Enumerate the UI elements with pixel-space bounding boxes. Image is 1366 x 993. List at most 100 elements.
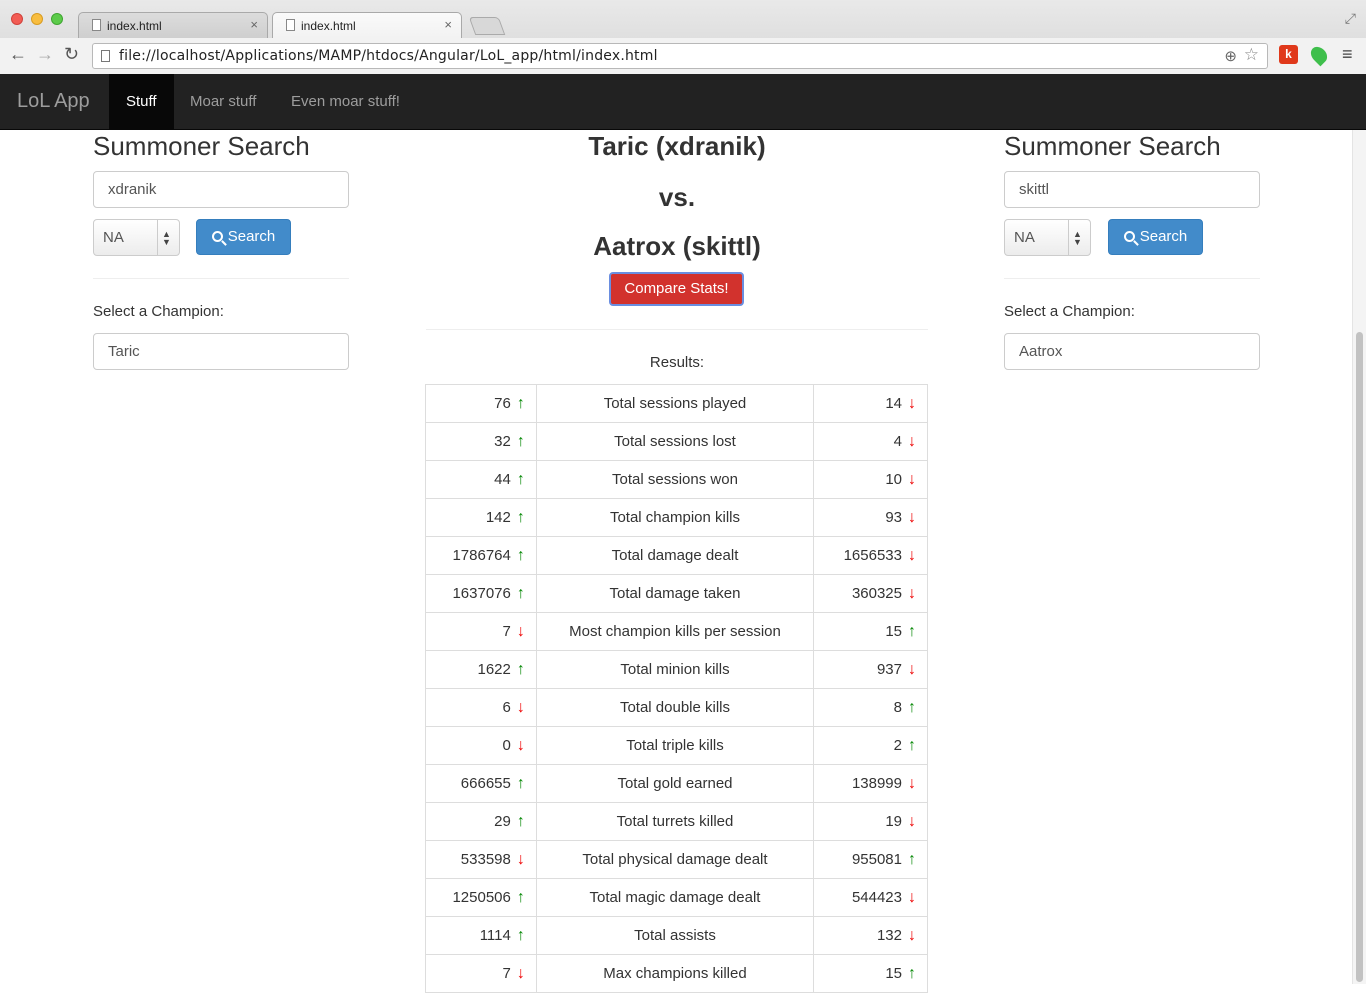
left-value: 1637076: [452, 584, 511, 602]
left-value-cell: 142 ↑: [425, 498, 537, 537]
right-region-select[interactable]: NA ▲ ▼: [1004, 219, 1091, 256]
left-search-label: Search: [227, 228, 276, 245]
right-value: 360325: [851, 584, 902, 602]
select-arrows-icon: ▲ ▼: [157, 220, 175, 255]
reload-icon[interactable]: ↻: [64, 44, 79, 65]
arrow-down-icon: ↓: [908, 508, 916, 526]
right-value-cell: 138999 ↓: [813, 764, 928, 803]
right-value-cell: 10 ↓: [813, 460, 928, 499]
right-value: 4: [893, 432, 902, 450]
left-value-cell: 44 ↑: [425, 460, 537, 499]
bookmark-star-icon[interactable]: ☆: [1244, 45, 1259, 65]
new-tab-button[interactable]: [468, 17, 506, 35]
nav-item-even-moar-stuff[interactable]: Even moar stuff!: [274, 74, 417, 129]
arrow-down-icon: ↓: [516, 622, 525, 640]
arrow-up-icon: ↑: [908, 736, 916, 754]
results-table: 76 ↑ Total sessions played 14 ↓ 32 ↑ Total sess…: [425, 384, 928, 993]
left-value-cell: 1114 ↑: [425, 916, 537, 955]
table-row: 1250506 ↑ Total magic damage dealt 544423 ↓: [425, 878, 928, 917]
left-value: 1250506: [452, 888, 511, 906]
left-value-cell: 0 ↓: [425, 726, 537, 765]
right-value-cell: 4 ↓: [813, 422, 928, 461]
browser-tab-1[interactable]: index.html ×: [78, 12, 268, 38]
table-row: 1637076 ↑ Total damage taken 360325 ↓: [425, 574, 928, 613]
left-value: 142: [485, 508, 511, 526]
left-value-cell: 1637076 ↑: [425, 574, 537, 613]
left-value-cell: 1786764 ↑: [425, 536, 537, 575]
stat-name: Total physical damage dealt: [535, 840, 815, 879]
right-summoner-input[interactable]: skittl: [1004, 171, 1260, 208]
right-champion-input[interactable]: Aatrox: [1004, 333, 1260, 370]
left-value-cell: 7 ↓: [425, 954, 537, 993]
right-value: 14: [885, 394, 902, 412]
forward-arrow-icon[interactable]: →: [36, 44, 54, 65]
table-row: 6 ↓ Total double kills 8 ↑: [425, 688, 928, 727]
left-summoner-input[interactable]: xdranik: [93, 171, 349, 208]
browser-tab-2[interactable]: index.html ×: [272, 12, 462, 38]
zoom-icon[interactable]: ⊕: [1224, 47, 1237, 65]
right-divider: [1004, 278, 1260, 279]
right-value-cell: 955081 ↑: [813, 840, 928, 879]
arrow-up-icon: ↑: [516, 812, 525, 830]
fullscreen-icon[interactable]: ⤢: [1345, 10, 1356, 27]
minimize-window-button[interactable]: [31, 13, 43, 25]
right-value: 138999: [851, 774, 902, 792]
left-value: 1786764: [452, 546, 511, 564]
right-value-cell: 8 ↑: [813, 688, 928, 727]
address-bar[interactable]: file://localhost/Applications/MAMP/htdoc…: [92, 43, 1268, 69]
arrow-down-icon: ↓: [908, 888, 916, 906]
page-scrollbar-thumb[interactable]: [1356, 332, 1363, 982]
right-champion-label: Select a Champion:: [1004, 303, 1135, 320]
arrow-down-icon: ↓: [908, 584, 916, 602]
right-region-value: NA: [1014, 229, 1035, 246]
nav-item-moar-stuff[interactable]: Moar stuff: [173, 74, 273, 129]
left-value: 666655: [460, 774, 511, 792]
compare-stats-button[interactable]: Compare Stats!: [609, 272, 744, 306]
table-row: 7 ↓ Most champion kills per session 15 ↑: [425, 612, 928, 651]
right-value: 15: [885, 622, 902, 640]
left-value: 29: [494, 812, 511, 830]
back-arrow-icon[interactable]: ←: [9, 44, 27, 65]
right-value-cell: 15 ↑: [813, 612, 928, 651]
left-value: 7: [502, 964, 511, 982]
stat-name: Total sessions won: [535, 460, 815, 499]
arrow-down-icon: ↓: [908, 812, 916, 830]
url-text: file://localhost/Applications/MAMP/htdoc…: [119, 48, 658, 64]
brand-logo[interactable]: LoL App: [17, 90, 90, 113]
arrow-down-icon: ↓: [908, 546, 916, 564]
arrow-up-icon: ↑: [516, 546, 525, 564]
arrow-down-icon: ↓: [908, 394, 916, 412]
right-value-cell: 19 ↓: [813, 802, 928, 841]
right-summoner-search-title: Summoner Search: [1004, 131, 1221, 161]
stat-name: Total damage dealt: [535, 536, 815, 575]
extension-leaf-icon[interactable]: [1307, 43, 1331, 67]
tab-close-icon[interactable]: ×: [444, 17, 452, 32]
stat-name: Total sessions played: [535, 384, 815, 423]
right-value: 2: [893, 736, 902, 754]
stat-name: Total triple kills: [535, 726, 815, 765]
table-row: 142 ↑ Total champion kills 93 ↓: [425, 498, 928, 537]
arrow-down-icon: ↓: [516, 850, 525, 868]
table-row: 1114 ↑ Total assists 132 ↓: [425, 916, 928, 955]
stat-name: Total double kills: [535, 688, 815, 727]
hamburger-menu-icon[interactable]: ≡: [1342, 44, 1353, 65]
right-value-cell: 937 ↓: [813, 650, 928, 689]
player1-title: Taric (xdranik): [588, 131, 766, 161]
stat-name: Total damage taken: [535, 574, 815, 613]
browser-toolbar: ← → ↻ file://localhost/Applications/MAMP…: [0, 38, 1366, 74]
zoom-window-button[interactable]: [51, 13, 63, 25]
nav-item-stuff[interactable]: Stuff: [109, 74, 174, 129]
arrow-up-icon: ↑: [908, 964, 916, 982]
right-value-cell: 360325 ↓: [813, 574, 928, 613]
right-value: 937: [876, 660, 902, 678]
left-champion-input[interactable]: Taric: [93, 333, 349, 370]
close-window-button[interactable]: [11, 13, 23, 25]
extension-k-icon[interactable]: k: [1279, 45, 1298, 64]
left-search-button[interactable]: Search: [196, 219, 291, 255]
tab-close-icon[interactable]: ×: [250, 17, 258, 32]
arrow-down-icon: ↓: [516, 736, 525, 754]
right-value: 1656533: [843, 546, 902, 564]
right-search-button[interactable]: Search: [1108, 219, 1203, 255]
left-region-select[interactable]: NA ▲ ▼: [93, 219, 180, 256]
arrow-up-icon: ↑: [908, 622, 916, 640]
